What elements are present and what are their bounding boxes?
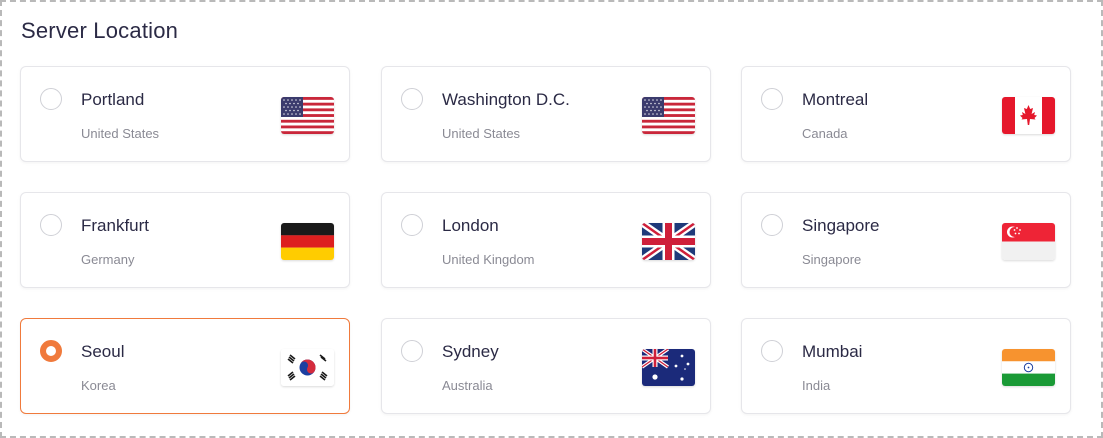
radio-button[interactable] bbox=[401, 214, 423, 236]
country-name: Canada bbox=[802, 126, 848, 141]
radio-button[interactable] bbox=[761, 340, 783, 362]
radio-button[interactable] bbox=[40, 88, 62, 110]
us-flag-icon bbox=[642, 97, 695, 134]
location-card-singapore[interactable]: Singapore Singapore bbox=[741, 192, 1071, 288]
country-name: United States bbox=[442, 126, 521, 141]
canada-flag-icon bbox=[1002, 97, 1055, 134]
singapore-flag-icon bbox=[1002, 223, 1055, 260]
city-name: Seoul bbox=[81, 342, 125, 361]
location-card-mumbai[interactable]: Mumbai India bbox=[741, 318, 1071, 414]
country-name: United States bbox=[81, 126, 160, 141]
country-name: Australia bbox=[442, 378, 493, 393]
city-name: Portland bbox=[81, 90, 145, 109]
city-name: Singapore bbox=[802, 216, 880, 235]
radio-button[interactable] bbox=[401, 340, 423, 362]
country-name: Singapore bbox=[802, 252, 862, 267]
radio-button[interactable] bbox=[761, 88, 783, 110]
country-name: Germany bbox=[81, 252, 135, 267]
australia-flag-icon bbox=[642, 349, 695, 386]
location-card-frankfurt[interactable]: Frankfurt Germany bbox=[20, 192, 350, 288]
radio-button-selected[interactable] bbox=[40, 340, 62, 362]
location-card-montreal[interactable]: Montreal Canada bbox=[741, 66, 1071, 162]
page-title: Server Location bbox=[21, 18, 179, 43]
city-name: London bbox=[442, 216, 499, 235]
radio-button[interactable] bbox=[401, 88, 423, 110]
location-card-washington-dc[interactable]: Washington D.C. United States bbox=[381, 66, 711, 162]
us-flag-icon bbox=[281, 97, 334, 134]
city-name: Mumbai bbox=[802, 342, 863, 361]
country-name: United Kingdom bbox=[442, 252, 535, 267]
radio-button[interactable] bbox=[40, 214, 62, 236]
korea-flag-icon bbox=[281, 349, 334, 386]
country-name: Korea bbox=[81, 378, 116, 393]
india-flag-icon bbox=[1002, 349, 1055, 386]
location-card-london[interactable]: London United Kingdom bbox=[381, 192, 711, 288]
city-name: Washington D.C. bbox=[442, 90, 570, 109]
location-card-sydney[interactable]: Sydney Australia bbox=[381, 318, 711, 414]
germany-flag-icon bbox=[281, 223, 334, 260]
location-card-seoul[interactable]: Seoul Korea bbox=[20, 318, 350, 414]
country-name: India bbox=[802, 378, 831, 393]
location-card-portland[interactable]: Portland United States bbox=[20, 66, 350, 162]
city-name: Montreal bbox=[802, 90, 869, 109]
radio-button[interactable] bbox=[761, 214, 783, 236]
city-name: Frankfurt bbox=[81, 216, 150, 235]
city-name: Sydney bbox=[442, 342, 499, 361]
uk-flag-icon bbox=[642, 223, 695, 260]
